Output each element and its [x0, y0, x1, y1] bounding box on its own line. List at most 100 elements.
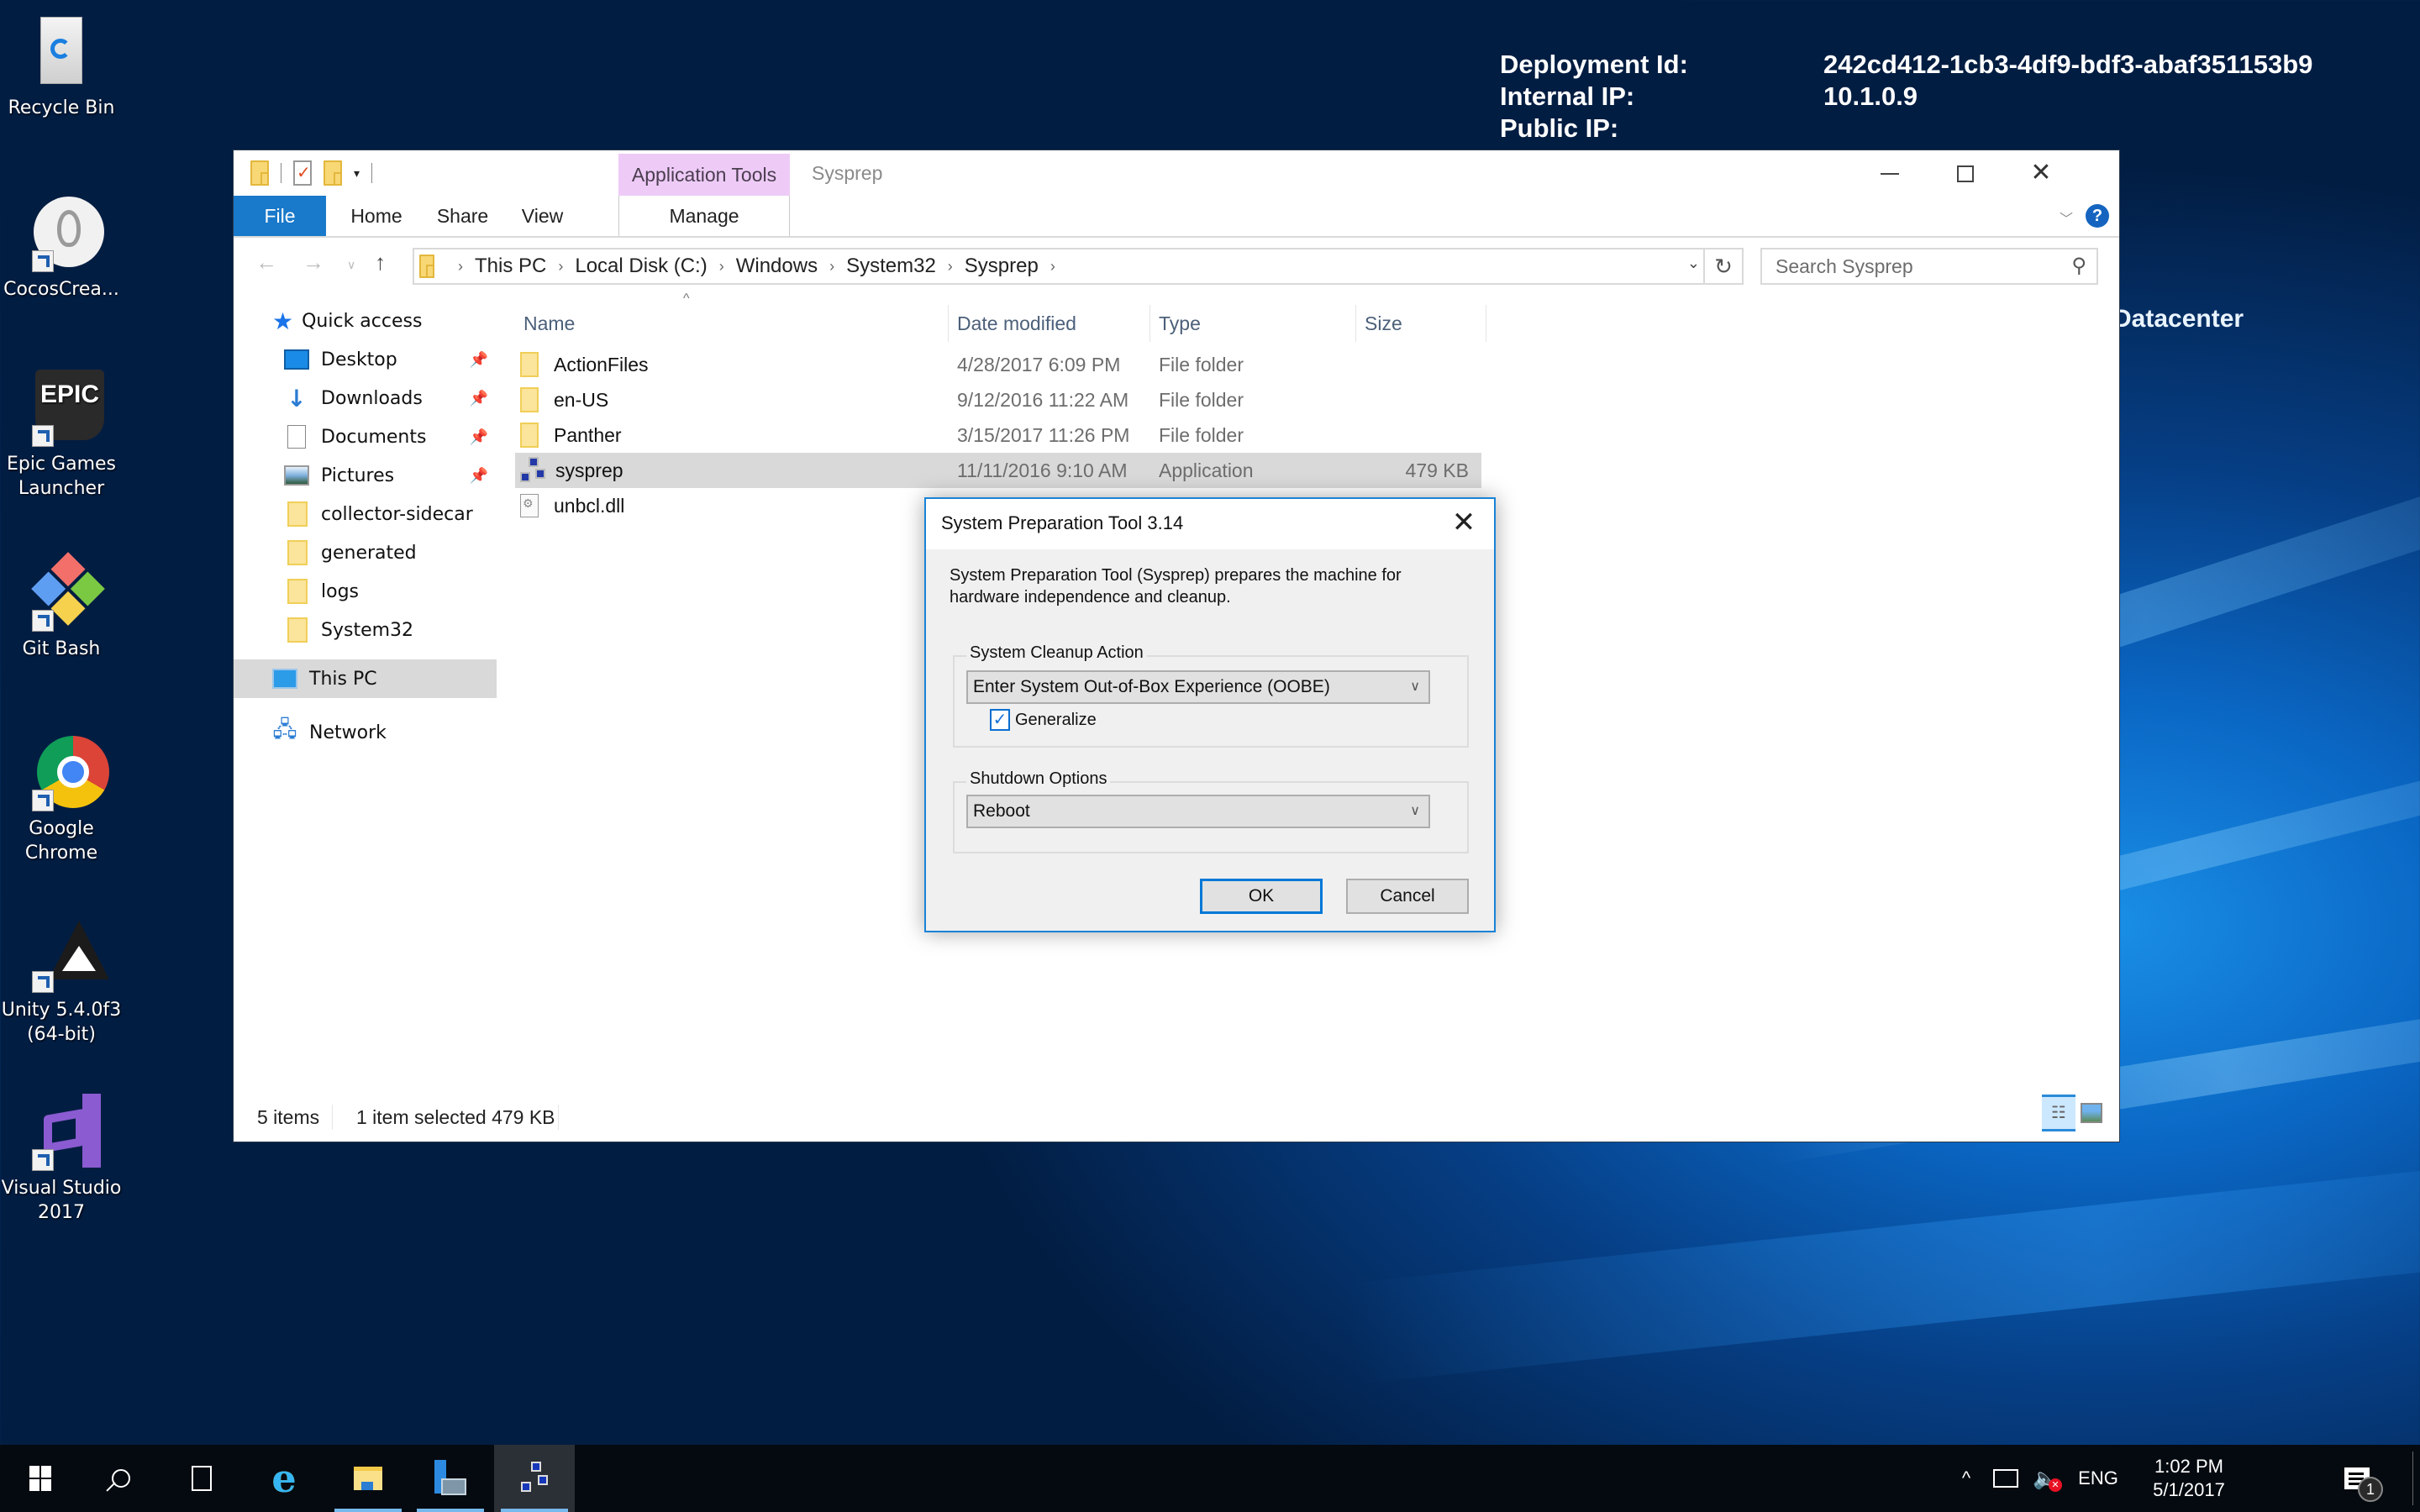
tab-home[interactable]: Home — [339, 196, 414, 236]
breadcrumb-this-pc[interactable]: This PC — [475, 255, 546, 278]
details-view-button[interactable]: ☷ — [2042, 1095, 2075, 1131]
file-row-selected[interactable]: sysprep 11/11/2016 9:10 AM Application 4… — [515, 453, 1481, 488]
new-folder-icon[interactable] — [324, 160, 342, 186]
tab-view[interactable]: View — [511, 196, 574, 236]
taskbar-server-manager[interactable] — [410, 1445, 491, 1512]
back-arrow-icon[interactable]: ← — [255, 249, 277, 276]
tab-file[interactable]: File — [234, 196, 326, 236]
recent-locations-chevron-icon[interactable]: ∨ — [347, 258, 355, 272]
taskbar-internet-explorer[interactable]: e — [244, 1445, 324, 1512]
column-header-size[interactable]: Size — [1356, 305, 1486, 342]
minimize-button[interactable] — [1852, 150, 1928, 196]
breadcrumb-sysprep[interactable]: Sysprep — [965, 255, 1039, 278]
desktop-icon-visual-studio[interactable]: Visual Studio 2017 — [0, 1094, 123, 1225]
folder-icon — [520, 387, 539, 412]
nav-item-this-pc[interactable]: This PC — [234, 659, 497, 698]
task-view-button[interactable] — [161, 1445, 242, 1512]
column-headers: Name Date modified Type Size — [515, 305, 1486, 342]
input-language-indicator[interactable]: ENG — [2069, 1445, 2128, 1512]
nav-item-documents[interactable]: Documents 📌 — [234, 417, 497, 456]
dialog-close-button[interactable]: ✕ — [1445, 506, 1482, 539]
column-header-date-modified[interactable]: Date modified — [949, 305, 1150, 342]
forward-arrow-icon[interactable]: → — [302, 249, 324, 276]
nav-item-logs[interactable]: logs — [234, 572, 497, 611]
breadcrumb-separator-icon[interactable]: › — [719, 258, 724, 276]
nav-item-network[interactable]: 🖧 Network — [234, 713, 497, 752]
desktop-icon-unity[interactable]: Unity 5.4.0f3 (64-bit) — [0, 916, 123, 1047]
nav-item-pictures[interactable]: Pictures 📌 — [234, 456, 497, 495]
nav-item-generated[interactable]: generated — [234, 533, 497, 572]
breadcrumb-system32[interactable]: System32 — [846, 255, 936, 278]
show-hidden-icons-chevron-icon[interactable]: ^ — [1949, 1445, 1983, 1512]
file-explorer-icon — [354, 1467, 382, 1490]
customize-toolbar-dropdown-icon[interactable]: ▾ — [354, 166, 360, 181]
breadcrumb-separator-icon[interactable]: › — [558, 258, 563, 276]
downloads-arrow-icon: ↓ — [287, 384, 307, 412]
task-view-icon — [192, 1466, 212, 1491]
nav-quick-access[interactable]: ★ Quick access — [234, 302, 497, 340]
expand-ribbon-chevron-icon[interactable]: ﹀ — [2060, 207, 2073, 228]
start-button[interactable] — [0, 1445, 81, 1512]
cleanup-action-select[interactable]: Enter System Out-of-Box Experience (OOBE… — [966, 670, 1430, 704]
search-button[interactable] — [81, 1445, 161, 1512]
shutdown-option-select[interactable]: Reboot ∨ — [966, 795, 1430, 828]
breadcrumb-separator-icon[interactable]: › — [829, 258, 834, 276]
sysprep-app-icon — [516, 1460, 553, 1497]
generalize-option[interactable]: ✓ Generalize — [990, 709, 1097, 731]
nav-item-downloads[interactable]: ↓ Downloads 📌 — [234, 379, 497, 417]
file-row[interactable]: ActionFiles 4/28/2017 6:09 PM File folde… — [515, 347, 1481, 382]
file-row[interactable]: en-US 9/12/2016 11:22 AM File folder — [515, 382, 1481, 417]
network-icon: 🖧 — [272, 717, 297, 743]
nav-item-collector-sidecar[interactable]: collector-sidecar — [234, 495, 497, 533]
documents-icon — [287, 425, 306, 449]
desktop-icon-git-bash[interactable]: Git Bash — [0, 552, 123, 661]
internet-explorer-icon: e — [271, 1456, 297, 1501]
address-bar[interactable]: › This PC › Local Disk (C:) › Windows › … — [413, 248, 1705, 285]
os-edition-text: Datacenter — [2113, 305, 2244, 333]
ok-button[interactable]: OK — [1200, 879, 1323, 914]
minimize-icon — [1881, 172, 1899, 175]
search-icon: ⚲ — [2071, 255, 2086, 277]
desktop-icon-recycle-bin[interactable]: Recycle Bin — [0, 13, 123, 120]
search-input[interactable]: Search Sysprep ⚲ — [1760, 248, 2098, 285]
file-row[interactable]: Panther 3/15/2017 11:26 PM File folder — [515, 417, 1481, 453]
large-icons-view-button[interactable] — [2081, 1103, 2102, 1123]
taskbar: e ^ 🔈 ✕ ENG 1:02 PM 5/1/2017 1 — [0, 1445, 2420, 1512]
git-bash-icon — [24, 552, 105, 632]
breadcrumb-local-disk[interactable]: Local Disk (C:) — [575, 255, 707, 278]
folder-icon[interactable] — [250, 160, 269, 186]
desktop-icon-epic-games[interactable]: EPIC Epic Games Launcher — [0, 370, 123, 501]
tab-share[interactable]: Share — [427, 196, 498, 236]
taskbar-sysprep[interactable] — [494, 1445, 575, 1512]
show-desktop-button[interactable] — [2412, 1452, 2413, 1505]
column-header-name[interactable]: Name — [515, 305, 949, 342]
tab-manage[interactable]: Manage — [618, 196, 790, 236]
nav-item-desktop[interactable]: Desktop 📌 — [234, 340, 497, 379]
desktop-icon-cocos-creator[interactable]: CocosCrea... — [0, 195, 123, 302]
properties-icon[interactable] — [293, 160, 312, 186]
close-button[interactable]: ✕ — [2003, 150, 2079, 196]
breadcrumb-separator-icon[interactable]: › — [1050, 258, 1055, 276]
column-header-type[interactable]: Type — [1150, 305, 1356, 342]
breadcrumb-separator-icon[interactable]: › — [458, 258, 463, 276]
address-history-chevron-icon[interactable]: ⌄ — [1687, 255, 1700, 272]
help-icon[interactable]: ? — [2086, 204, 2109, 228]
notification-count-badge: 1 — [2358, 1477, 2383, 1502]
nav-item-system32[interactable]: System32 — [234, 611, 497, 649]
cancel-button[interactable]: Cancel — [1346, 879, 1469, 914]
maximize-button[interactable] — [1928, 150, 2003, 196]
generalize-checkbox[interactable]: ✓ — [990, 709, 1010, 731]
clock[interactable]: 1:02 PM 5/1/2017 — [2134, 1445, 2244, 1512]
network-status-icon[interactable] — [1987, 1445, 2024, 1512]
sysprep-dialog: System Preparation Tool 3.14 ✕ System Pr… — [924, 497, 1496, 932]
volume-muted-icon[interactable]: 🔈 ✕ — [2027, 1445, 2064, 1512]
refresh-button[interactable]: ↻ — [1705, 248, 1744, 285]
breadcrumb-separator-icon[interactable]: › — [948, 258, 953, 276]
action-center-button[interactable]: 1 — [2328, 1445, 2386, 1512]
taskbar-file-explorer[interactable] — [328, 1445, 408, 1512]
desktop-icon-google-chrome[interactable]: Google Chrome — [0, 734, 123, 865]
breadcrumb-windows[interactable]: Windows — [736, 255, 818, 278]
running-indicator — [334, 1509, 402, 1512]
up-arrow-icon[interactable]: ↑ — [375, 249, 386, 276]
running-indicator — [417, 1509, 484, 1512]
